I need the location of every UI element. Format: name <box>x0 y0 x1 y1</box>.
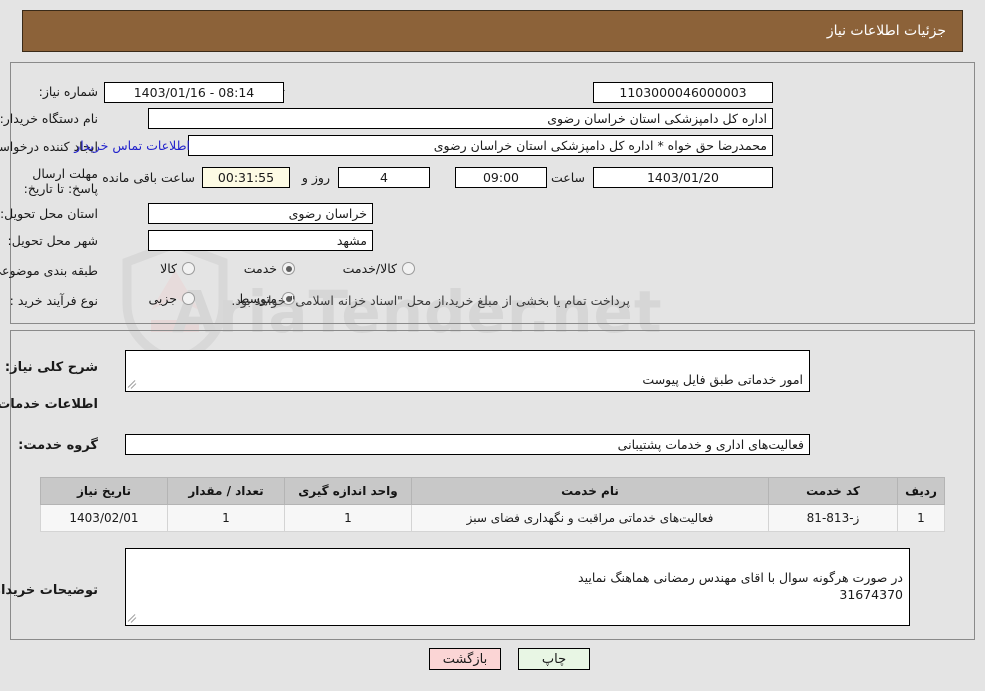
need-number-value: 1103000046000003 <box>593 82 773 103</box>
services-section-title: اطلاعات خدمات مورد نیاز <box>0 397 98 412</box>
general-desc-value: امور خدماتی طبق فایل پیوست <box>125 350 810 392</box>
cell-name: فعالیت‌های خدماتی مراقبت و نگهداری فضای … <box>411 504 769 532</box>
category-option-label: خدمت <box>243 261 277 276</box>
radio-circle-icon <box>182 262 195 275</box>
cell-date: 1403/02/01 <box>40 504 168 532</box>
buyer-notes-value: در صورت هرگونه سوال با اقای مهندس رمضانی… <box>125 548 910 626</box>
service-group-label: گروه خدمت: <box>18 438 98 453</box>
deadline-hour-label: ساعت <box>550 170 585 185</box>
city-value: مشهد <box>148 230 373 251</box>
page-title: جزئیات اطلاعات نیاز <box>826 23 946 39</box>
category-option-label: کالا/خدمت <box>342 261 397 276</box>
radio-circle-selected-icon <box>282 262 295 275</box>
column-header-date: تاریخ نیاز <box>40 477 168 505</box>
resize-grip-icon <box>127 612 140 624</box>
buyer-notes-label: توضیحات خریدار: <box>0 583 98 598</box>
buyer-org-value: اداره کل دامپزشکی استان خراسان رضوی <box>148 108 773 129</box>
remaining-time-label: ساعت باقی مانده <box>102 170 195 185</box>
radio-circle-icon <box>182 292 195 305</box>
province-value: خراسان رضوی <box>148 203 373 224</box>
general-desc-label: شرح کلی نیاز: <box>4 360 98 375</box>
buyer-org-label: نام دستگاه خریدار: <box>0 111 98 126</box>
category-radio-khedmat[interactable]: خدمت <box>244 261 295 276</box>
table-row: 1 ز-813-81 فعالیت‌های خدماتی مراقبت و نگ… <box>40 504 945 532</box>
resize-grip-icon <box>127 378 140 390</box>
province-label: استان محل تحویل: <box>0 206 98 221</box>
announce-datetime-value: 1403/01/16 - 08:14 <box>104 82 284 103</box>
buyer-contact-link[interactable]: اطلاعات تماس خریدار <box>74 138 190 153</box>
need-details-page: AriaTender.net جزئیات اطلاعات نیاز شماره… <box>0 0 985 691</box>
radio-circle-icon <box>402 262 415 275</box>
table-header-row: ردیف کد خدمت نام خدمت واحد اندازه گیری ت… <box>40 477 945 505</box>
service-group-value: فعالیت‌های اداری و خدمات پشتیبانی <box>125 434 810 455</box>
cell-code: ز-813-81 <box>768 504 898 532</box>
payment-note: پرداخت تمام یا بخشی از مبلغ خرید،از محل … <box>231 293 630 308</box>
general-desc-text: امور خدماتی طبق فایل پیوست <box>642 372 803 387</box>
column-header-row: ردیف <box>897 477 945 505</box>
cell-quantity: 1 <box>167 504 285 532</box>
cell-row: 1 <box>897 504 945 532</box>
back-button[interactable]: بازگشت <box>429 648 501 670</box>
column-header-quantity: تعداد / مقدار <box>167 477 285 505</box>
print-button[interactable]: چاپ <box>518 648 590 670</box>
buyer-notes-text: در صورت هرگونه سوال با اقای مهندس رمضانی… <box>578 570 903 602</box>
remaining-days-label: روز و <box>301 170 330 185</box>
deadline-date-value: 1403/01/20 <box>593 167 773 188</box>
category-label: طبقه بندی موضوعی: <box>0 263 98 278</box>
city-label: شهر محل تحویل: <box>7 233 98 248</box>
remaining-days-value: 4 <box>338 167 430 188</box>
category-radio-kala-khedmat[interactable]: کالا/خدمت <box>343 261 415 276</box>
requester-value: محمدرضا حق خواه * اداره کل دامپزشکی استا… <box>188 135 773 156</box>
services-table: ردیف کد خدمت نام خدمت واحد اندازه گیری ت… <box>40 477 945 532</box>
need-number-label: شماره نیاز: <box>38 84 98 99</box>
deadline-label: مهلت ارسال پاسخ: تا تاریخ: <box>23 166 98 196</box>
process-radio-jozei[interactable]: جزیی <box>148 291 195 306</box>
deadline-hour-value: 09:00 <box>455 167 547 188</box>
column-header-name: نام خدمت <box>411 477 769 505</box>
process-option-label: جزیی <box>148 291 177 306</box>
remaining-time-value: 00:31:55 <box>202 167 290 188</box>
column-header-unit: واحد اندازه گیری <box>284 477 412 505</box>
process-label: نوع فرآیند خرید : <box>9 293 98 308</box>
cell-unit: 1 <box>284 504 412 532</box>
page-header: جزئیات اطلاعات نیاز <box>22 10 963 52</box>
category-radio-kala[interactable]: کالا <box>160 261 195 276</box>
category-option-label: کالا <box>160 261 177 276</box>
column-header-code: کد خدمت <box>768 477 898 505</box>
